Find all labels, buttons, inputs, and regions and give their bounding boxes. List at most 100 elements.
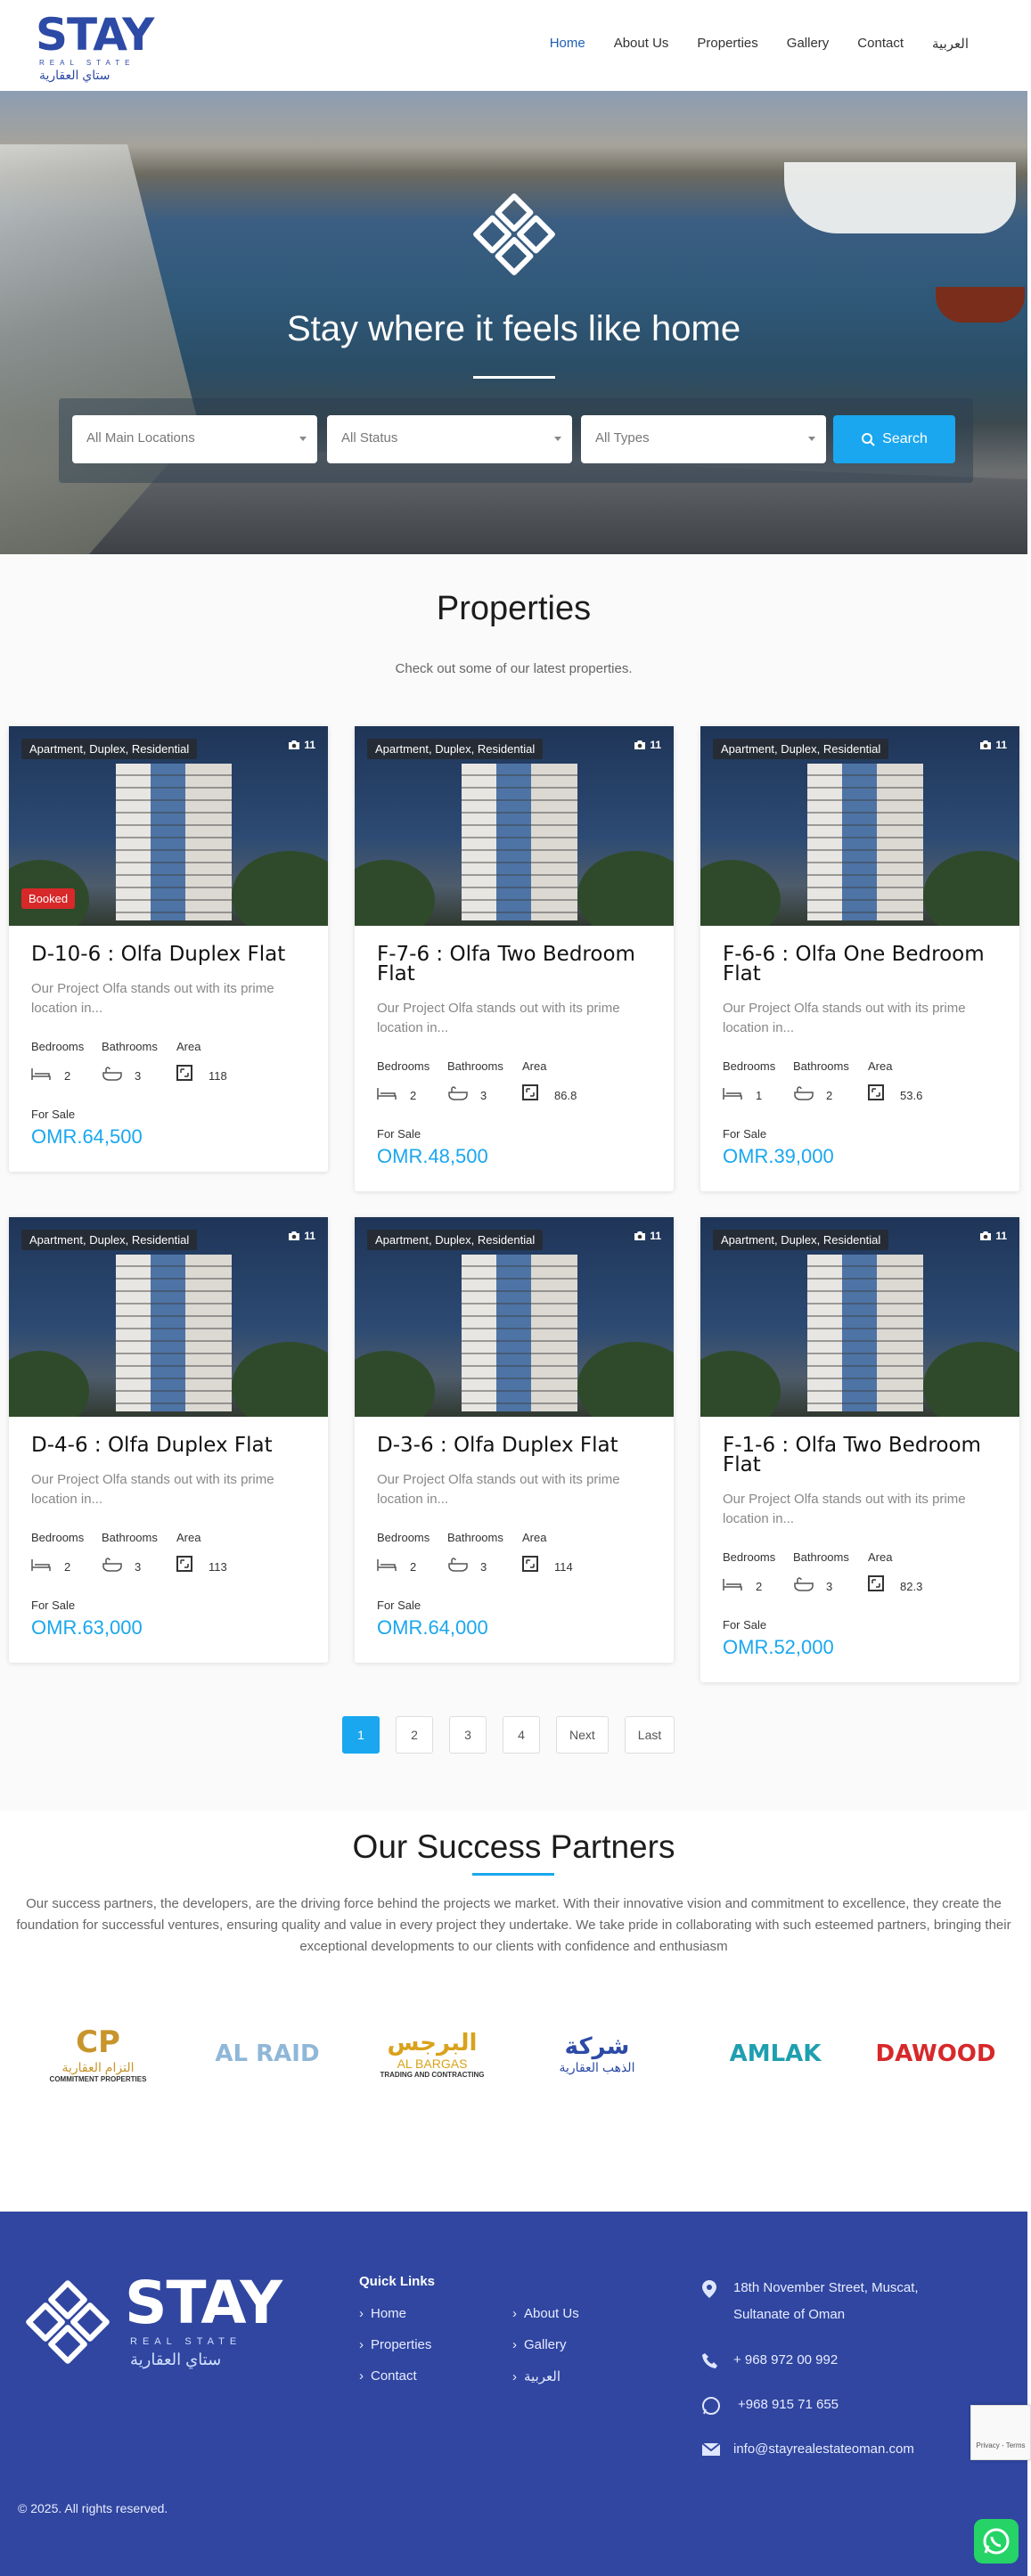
page-1-button[interactable]: 1	[342, 1716, 380, 1754]
property-image[interactable]: Apartment, Duplex, Residential 11	[700, 1217, 1019, 1417]
bathrooms-value: 3	[135, 1560, 142, 1574]
bedrooms-label: Bedrooms	[31, 1531, 85, 1544]
bedrooms-value: 2	[410, 1089, 417, 1102]
property-status: For Sale	[723, 1618, 767, 1631]
whatsapp-float-button[interactable]	[974, 2519, 1019, 2564]
property-card[interactable]: Apartment, Duplex, Residential 11 F-6-6 : …	[700, 726, 1019, 1191]
footer-email[interactable]: info@stayrealestateoman.com	[733, 2436, 914, 2463]
nav-contact[interactable]: Contact	[857, 36, 904, 52]
property-card[interactable]: Apartment, Duplex, Residential 11 F-7-6 : …	[355, 726, 674, 1191]
property-title[interactable]: D-4-6 : Olfa Duplex Flat	[31, 1435, 312, 1456]
property-type-tag: Apartment, Duplex, Residential	[21, 739, 198, 759]
footer-address: 18th November Street, Muscat, Sultanate …	[733, 2280, 919, 2322]
area-label: Area	[176, 1040, 201, 1053]
logo-arabic: ستاي العقارية	[39, 68, 110, 82]
nav-properties[interactable]: Properties	[697, 36, 757, 52]
photo-count: 11	[634, 739, 661, 751]
bathrooms-value: 3	[135, 1069, 142, 1083]
location-select[interactable]: All Main Locations	[72, 415, 317, 463]
bed-icon	[377, 1086, 397, 1105]
footer-phone[interactable]: + 968 972 00 992	[733, 2347, 838, 2374]
property-card[interactable]: Apartment, Duplex, Residential 11 Booked D-…	[9, 726, 328, 1172]
footer-link-about[interactable]: About Us	[512, 2306, 579, 2321]
property-image[interactable]: Apartment, Duplex, Residential 11	[355, 1217, 674, 1417]
area-value: 113	[209, 1560, 227, 1574]
nav-about[interactable]: About Us	[614, 36, 669, 52]
bathrooms-label: Bathrooms	[102, 1531, 158, 1544]
site-logo[interactable]: STAY REAL STATE ستاي العقارية	[36, 12, 154, 84]
photo-count: 11	[288, 1230, 315, 1242]
footer-link-gallery[interactable]: Gallery	[512, 2337, 567, 2352]
property-price: OMR.64,500	[31, 1125, 143, 1148]
hero-yacht-shape	[784, 162, 1016, 233]
tree-shape	[923, 1342, 1019, 1417]
site-header: STAY REAL STATE ستاي العقارية Home About…	[0, 0, 1031, 91]
bathrooms-value: 3	[826, 1580, 833, 1593]
building-shape	[807, 1255, 923, 1411]
property-title[interactable]: F-6-6 : Olfa One Bedroom Flat	[723, 945, 1003, 985]
partner-logo: AMLAK	[713, 2018, 838, 2089]
nav-gallery[interactable]: Gallery	[787, 36, 830, 52]
footer-link-arabic[interactable]: العربية	[512, 2368, 561, 2384]
property-description: Our Project Olfa stands out with its pri…	[31, 981, 274, 1016]
search-icon	[862, 433, 875, 446]
property-image[interactable]: Apartment, Duplex, Residential 11 Booked	[9, 726, 328, 926]
property-title[interactable]: F-1-6 : Olfa Two Bedroom Flat	[723, 1435, 1003, 1476]
main-nav: Home About Us Properties Gallery Contact…	[550, 36, 969, 52]
property-image[interactable]: Apartment, Duplex, Residential 11	[355, 726, 674, 926]
footer-link-contact[interactable]: Contact	[359, 2368, 417, 2384]
nav-home[interactable]: Home	[550, 36, 585, 52]
property-title[interactable]: D-10-6 : Olfa Duplex Flat	[31, 945, 312, 965]
search-button-label: Search	[882, 431, 928, 446]
bathrooms-value: 3	[480, 1560, 487, 1574]
bed-icon	[723, 1577, 742, 1596]
page-3-button[interactable]: 3	[449, 1716, 487, 1754]
building-shape	[462, 764, 577, 920]
property-description: Our Project Olfa stands out with its pri…	[723, 1492, 966, 1526]
tree-shape	[9, 1351, 89, 1417]
bedrooms-value: 2	[756, 1580, 763, 1593]
bedrooms-value: 2	[64, 1560, 71, 1574]
property-type-tag: Apartment, Duplex, Residential	[367, 739, 544, 759]
photo-count: 11	[979, 1230, 1007, 1242]
footer-whatsapp[interactable]: +968 915 71 655	[738, 2392, 839, 2418]
tree-shape	[577, 851, 674, 926]
whatsapp-icon	[983, 2528, 1010, 2555]
property-title[interactable]: F-7-6 : Olfa Two Bedroom Flat	[377, 945, 658, 985]
recaptcha-links: Privacy - Terms	[976, 2441, 1026, 2449]
type-select[interactable]: All Types	[581, 415, 826, 463]
property-description: Our Project Olfa stands out with its pri…	[31, 1472, 274, 1507]
property-title[interactable]: D-3-6 : Olfa Duplex Flat	[377, 1435, 658, 1456]
chevron-down-icon	[808, 437, 815, 441]
next-page-button[interactable]: Next	[556, 1716, 609, 1754]
search-button[interactable]: Search	[833, 415, 955, 463]
status-select[interactable]: All Status	[327, 415, 572, 463]
recaptcha-badge[interactable]: Privacy - Terms	[970, 2405, 1031, 2460]
type-select-value: All Types	[595, 430, 650, 446]
partner-logo: البرجس AL BARGAS TRADING AND CONTRACTING	[370, 2018, 495, 2089]
tree-shape	[700, 1351, 781, 1417]
footer-link-properties[interactable]: Properties	[359, 2337, 431, 2352]
property-image[interactable]: Apartment, Duplex, Residential 11	[700, 726, 1019, 926]
bedrooms-value: 2	[64, 1069, 71, 1083]
tree-shape	[355, 1351, 435, 1417]
property-card[interactable]: Apartment, Duplex, Residential 11 D-4-6 : …	[9, 1217, 328, 1663]
footer-link-home[interactable]: Home	[359, 2306, 406, 2321]
nav-arabic[interactable]: العربية	[932, 36, 969, 52]
area-label: Area	[868, 1550, 893, 1564]
chevron-down-icon	[554, 437, 561, 441]
partner-logo-caption: AL BARGAS	[397, 2056, 468, 2071]
property-card[interactable]: Apartment, Duplex, Residential 11 F-1-6 : …	[700, 1217, 1019, 1682]
bath-icon	[447, 1086, 469, 1105]
camera-icon	[980, 740, 992, 749]
partners-divider	[472, 1873, 554, 1876]
bath-icon	[793, 1086, 814, 1105]
camera-icon	[289, 1231, 300, 1240]
property-status: For Sale	[377, 1127, 421, 1141]
property-image[interactable]: Apartment, Duplex, Residential 11	[9, 1217, 328, 1417]
property-card[interactable]: Apartment, Duplex, Residential 11 D-3-6 : …	[355, 1217, 674, 1663]
last-page-button[interactable]: Last	[624, 1716, 675, 1754]
page-2-button[interactable]: 2	[396, 1716, 433, 1754]
page-4-button[interactable]: 4	[503, 1716, 540, 1754]
copyright: © 2025. All rights reserved.	[18, 2501, 168, 2515]
